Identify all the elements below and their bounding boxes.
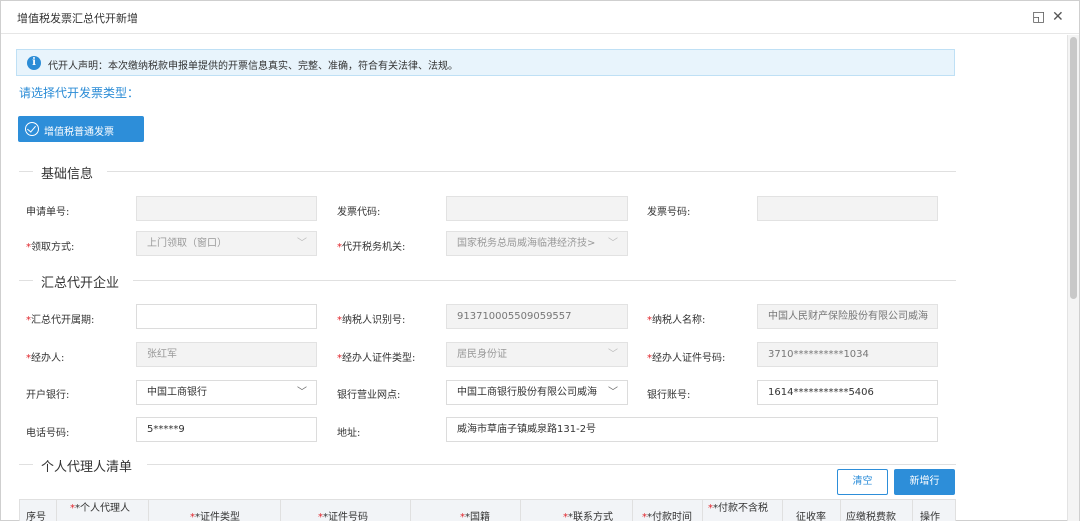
header-divider bbox=[133, 280, 956, 281]
chevron-down-icon: ﹀ bbox=[608, 387, 618, 398]
declaration-notice: i 代开人声明：本次缴纳税款申报单提供的开票信息真实、完整、准确，符合有关法律、… bbox=[16, 49, 955, 76]
taxpayer-id-label: 纳税人识别号: bbox=[337, 311, 405, 326]
invoice-code-field[interactable] bbox=[446, 196, 628, 221]
bank-account-input[interactable]: 1614***********5406 bbox=[757, 380, 938, 405]
dialog-window: 增值税发票汇总代开新增 ◱ ✕ i 代开人声明：本次缴纳税款申报单提供的开票信息… bbox=[0, 0, 1080, 521]
col-divider bbox=[912, 500, 913, 521]
header-divider bbox=[147, 464, 956, 465]
period-label: 汇总代开属期: bbox=[26, 311, 94, 326]
application-no-label: 申请单号: bbox=[26, 207, 70, 218]
col-divider bbox=[148, 500, 149, 521]
bank-select[interactable]: 中国工商银行 ﹀ bbox=[136, 380, 317, 405]
invoice-number-field[interactable] bbox=[757, 196, 938, 221]
bank-label: 开户银行: bbox=[26, 390, 70, 401]
declaration-text: 代开人声明：本次缴纳税款申报单提供的开票信息真实、完整、准确，符合有关法律、法规… bbox=[48, 61, 458, 72]
taxpayer-name-field[interactable]: 中国人民财产保险股份有限公司威海 bbox=[757, 304, 938, 329]
application-no-field[interactable] bbox=[136, 196, 317, 221]
agents-title: 个人代理人清单 bbox=[41, 460, 133, 475]
tax-authority-value: 国家税务总局威海临港经济技> bbox=[457, 238, 596, 249]
phone-label: 电话号码: bbox=[26, 428, 70, 439]
col-rate: 征收率 bbox=[796, 512, 826, 521]
col-divider bbox=[702, 500, 703, 521]
bank-value: 中国工商银行 bbox=[147, 387, 207, 398]
header-divider bbox=[107, 171, 956, 172]
invoice-type-label: 增值税普通发票 bbox=[44, 127, 114, 138]
tax-authority-label: 代开税务机关: bbox=[337, 238, 405, 253]
phone-input[interactable]: 5*****9 bbox=[136, 417, 317, 442]
col-agent-name: *个人代理人 bbox=[70, 503, 130, 514]
handler-id-no-field[interactable]: 3710**********1034 bbox=[757, 342, 938, 367]
col-divider bbox=[782, 500, 783, 521]
chevron-down-icon: ﹀ bbox=[608, 238, 618, 249]
vat-normal-invoice-button[interactable]: 增值税普通发票 bbox=[18, 116, 144, 142]
col-divider bbox=[632, 500, 633, 521]
close-icon[interactable]: ✕ bbox=[1052, 9, 1064, 25]
col-divider bbox=[56, 500, 57, 521]
clear-button[interactable]: 清空 bbox=[837, 469, 888, 495]
invoice-type-prompt: 请选择代开发票类型： bbox=[19, 86, 140, 100]
chevron-down-icon: ﹀ bbox=[608, 349, 618, 360]
agents-header: 个人代理人清单 bbox=[19, 456, 956, 475]
col-divider bbox=[280, 500, 281, 521]
pickup-method-value: 上门领取（窗口） bbox=[147, 238, 227, 249]
period-input[interactable] bbox=[136, 304, 317, 329]
vertical-scrollbar[interactable] bbox=[1067, 35, 1079, 521]
invoice-number-label: 发票号码: bbox=[647, 207, 691, 218]
col-pay-time: *付款时间 bbox=[642, 512, 692, 521]
check-circle-icon bbox=[25, 122, 39, 136]
add-row-button[interactable]: 新增行 bbox=[894, 469, 955, 495]
restore-icon[interactable]: ◱ bbox=[1032, 9, 1045, 25]
col-id-type: *证件类型 bbox=[190, 512, 240, 521]
header-dash bbox=[19, 464, 33, 465]
col-ops: 操作 bbox=[920, 512, 940, 521]
handler-id-no-label: 经办人证件号码: bbox=[647, 349, 725, 364]
handler-field[interactable]: 张红军 bbox=[136, 342, 317, 367]
header-dash bbox=[19, 171, 33, 172]
bank-branch-select[interactable]: 中国工商银行股份有限公司威海 ﹀ bbox=[446, 380, 628, 405]
bank-account-label: 银行账号: bbox=[647, 390, 691, 401]
col-id-no: *证件号码 bbox=[318, 512, 368, 521]
handler-id-type-select[interactable]: 居民身份证 ﹀ bbox=[446, 342, 628, 367]
col-divider bbox=[520, 500, 521, 521]
dialog-body: i 代开人声明：本次缴纳税款申报单提供的开票信息真实、完整、准确，符合有关法律、… bbox=[1, 35, 1067, 521]
handler-label: 经办人: bbox=[26, 349, 64, 364]
enterprise-header: 汇总代开企业 bbox=[19, 272, 956, 291]
col-contact: *联系方式 bbox=[563, 512, 613, 521]
col-pay-amount: *付款不含税 bbox=[708, 503, 768, 514]
basic-info-title: 基础信息 bbox=[41, 167, 94, 182]
taxpayer-name-label: 纳税人名称: bbox=[647, 311, 705, 326]
basic-info-header: 基础信息 bbox=[19, 163, 956, 182]
scrollbar-thumb[interactable] bbox=[1070, 37, 1077, 299]
pickup-method-label: 领取方式: bbox=[26, 238, 74, 253]
info-icon: i bbox=[27, 56, 41, 70]
col-divider bbox=[410, 500, 411, 521]
enterprise-title: 汇总代开企业 bbox=[41, 276, 120, 291]
chevron-down-icon: ﹀ bbox=[297, 387, 307, 398]
address-label: 地址: bbox=[337, 428, 361, 439]
col-nationality: *国籍 bbox=[460, 512, 490, 521]
tax-authority-select[interactable]: 国家税务总局威海临港经济技> ﹀ bbox=[446, 231, 628, 256]
handler-id-type-value: 居民身份证 bbox=[457, 349, 507, 360]
dialog-title: 增值税发票汇总代开新增 bbox=[17, 12, 138, 25]
chevron-down-icon: ﹀ bbox=[297, 238, 307, 249]
col-tax-due: 应缴税费款 bbox=[846, 512, 896, 521]
col-divider bbox=[840, 500, 841, 521]
invoice-code-label: 发票代码: bbox=[337, 207, 381, 218]
col-seq: 序号 bbox=[26, 512, 46, 521]
pickup-method-select[interactable]: 上门领取（窗口） ﹀ bbox=[136, 231, 317, 256]
dialog-titlebar: 增值税发票汇总代开新增 ◱ ✕ bbox=[1, 1, 1079, 34]
bank-branch-value: 中国工商银行股份有限公司威海 bbox=[457, 387, 597, 398]
agents-table-header: 序号 *个人代理人 *证件类型 *证件号码 *国籍 *联系方式 *付款时间 *付… bbox=[19, 499, 956, 521]
header-dash bbox=[19, 280, 33, 281]
address-input[interactable]: 威海市草庙子镇威泉路131-2号 bbox=[446, 417, 938, 442]
handler-id-type-label: 经办人证件类型: bbox=[337, 349, 415, 364]
taxpayer-id-field[interactable]: 913710005509059557 bbox=[446, 304, 628, 329]
bank-branch-label: 银行营业网点: bbox=[337, 390, 401, 401]
